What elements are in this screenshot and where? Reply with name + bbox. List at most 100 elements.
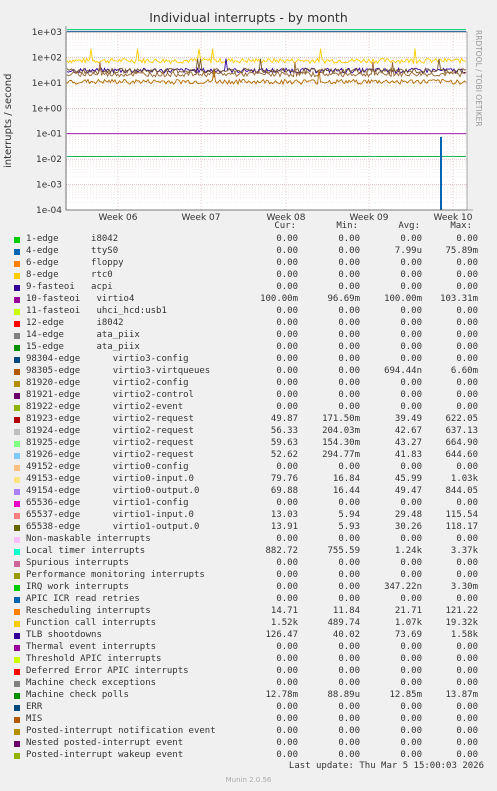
legend-value-max: 664.90 bbox=[445, 438, 478, 448]
legend-label: 15-edge ata_piix bbox=[26, 342, 140, 352]
legend-value-min: 0.00 bbox=[338, 390, 360, 400]
legend-value-min: 16.84 bbox=[332, 474, 360, 484]
legend-value-avg: 347.22n bbox=[384, 582, 422, 592]
legend-value-avg: 0.00 bbox=[400, 750, 422, 760]
legend-value-min: 489.74 bbox=[327, 618, 360, 628]
legend-row: IRQ work interrupts 0.00 0.00 347.22n 3.30m bbox=[14, 582, 484, 594]
legend-value-max: 0.00 bbox=[456, 558, 478, 568]
legend-value-cur: 0.00 bbox=[276, 318, 298, 328]
legend-value-avg: 42.67 bbox=[394, 426, 422, 436]
legend-swatch bbox=[14, 525, 20, 531]
legend-swatch bbox=[14, 657, 20, 663]
munin-version: Munin 2.0.56 bbox=[225, 776, 272, 784]
legend-value-cur: 12.78m bbox=[265, 690, 298, 700]
legend-value-max: 3.37k bbox=[450, 546, 478, 556]
legend-value-min: 88.89u bbox=[327, 690, 360, 700]
legend-row: 65537-edge virtio1-input.0 13.03 5.94 29.48… bbox=[14, 510, 484, 522]
legend-row: 98304-edge virtio3-config 0.00 0.00 0.00 0.0… bbox=[14, 354, 484, 366]
legend-value-cur: 0.00 bbox=[276, 558, 298, 568]
legend-value-max: 0.00 bbox=[456, 282, 478, 292]
legend-label: 12-edge i8042 bbox=[26, 318, 124, 328]
legend-label: APIC ICR read retries bbox=[26, 594, 140, 604]
legend-swatch bbox=[14, 441, 20, 447]
legend-value-max: 0.00 bbox=[456, 258, 478, 268]
legend-value-min: 5.94 bbox=[338, 510, 360, 520]
legend-label: Function call interrupts bbox=[26, 618, 157, 628]
munin-graph: Individual interrupts - by month interru… bbox=[0, 0, 497, 791]
legend-value-max: 637.13 bbox=[445, 426, 478, 436]
legend-value-cur: 0.00 bbox=[276, 402, 298, 412]
legend-row: 81922-edge virtio2-event 0.00 0.00 0.00 0.00 bbox=[14, 402, 484, 414]
header-max: Max: bbox=[450, 221, 472, 231]
legend-swatch bbox=[14, 321, 20, 327]
legend-value-avg: 0.00 bbox=[400, 306, 422, 316]
legend-swatch bbox=[14, 561, 20, 567]
legend-swatch bbox=[14, 417, 20, 423]
legend-value-avg: 1.24k bbox=[394, 546, 422, 556]
last-update: Last update: Thu Mar 5 15:00:03 2026 bbox=[288, 761, 484, 771]
legend-value-max: 0.00 bbox=[456, 678, 478, 688]
legend-value-max: 0.00 bbox=[456, 234, 478, 244]
x-tick-label: Week 07 bbox=[182, 213, 221, 220]
legend-value-cur: 0.00 bbox=[276, 462, 298, 472]
legend-value-cur: 0.00 bbox=[276, 654, 298, 664]
legend-value-min: 171.50m bbox=[322, 414, 360, 424]
legend-row: Thermal event interrupts 0.00 0.00 0.00 0.00 bbox=[14, 642, 484, 654]
legend-value-max: 0.00 bbox=[456, 378, 478, 388]
legend-value-cur: 52.62 bbox=[270, 450, 298, 460]
legend-value-min: 0.00 bbox=[338, 462, 360, 472]
legend-value-cur: 56.33 bbox=[270, 426, 298, 436]
legend-value-avg: 0.00 bbox=[400, 702, 422, 712]
legend-value-max: 0.00 bbox=[456, 738, 478, 748]
legend-value-cur: 0.00 bbox=[276, 306, 298, 316]
x-tick-label: Week 10 bbox=[434, 213, 473, 220]
legend-value-cur: 0.00 bbox=[276, 498, 298, 508]
legend-row: 65538-edge virtio1-output.0 13.91 5.93 30.2… bbox=[14, 522, 484, 534]
legend-swatch bbox=[14, 465, 20, 471]
legend-value-avg: 100.00m bbox=[384, 294, 422, 304]
legend-label: 81926-edge virtio2-request bbox=[26, 450, 194, 460]
legend-row: 65536-edge virtio1-config 0.00 0.00 0.00 0.0… bbox=[14, 498, 484, 510]
legend-value-avg: 0.00 bbox=[400, 330, 422, 340]
legend-label: 49153-edge virtio0-input.0 bbox=[26, 474, 194, 484]
legend-value-avg: 0.00 bbox=[400, 678, 422, 688]
legend-row: Deferred Error APIC interrupts 0.00 0.00 0.… bbox=[14, 666, 484, 678]
legend-value-avg: 0.00 bbox=[400, 558, 422, 568]
legend-value-cur: 126.47 bbox=[265, 630, 298, 640]
legend-label: 81921-edge virtio2-control bbox=[26, 390, 194, 400]
legend-value-cur: 69.88 bbox=[270, 486, 298, 496]
legend-value-avg: 0.00 bbox=[400, 378, 422, 388]
legend-swatch bbox=[14, 585, 20, 591]
legend-value-min: 0.00 bbox=[338, 570, 360, 580]
legend-value-max: 13.87m bbox=[445, 690, 478, 700]
legend-value-cur: 100.00m bbox=[260, 294, 298, 304]
legend-swatch bbox=[14, 693, 20, 699]
legend-value-min: 0.00 bbox=[338, 366, 360, 376]
legend-row: Function call interrupts 1.52k 489.74 1.07k… bbox=[14, 618, 484, 630]
legend-value-max: 3.30m bbox=[450, 582, 478, 592]
legend-value-cur: 0.00 bbox=[276, 342, 298, 352]
legend-swatch bbox=[14, 297, 20, 303]
legend-label: IRQ work interrupts bbox=[26, 582, 129, 592]
legend-value-min: 0.00 bbox=[338, 282, 360, 292]
legend-value-max: 844.05 bbox=[445, 486, 478, 496]
legend-row: Posted-interrupt notification event 0.00 0… bbox=[14, 726, 484, 738]
legend-swatch bbox=[14, 645, 20, 651]
legend-label: Posted-interrupt wakeup event bbox=[26, 750, 184, 760]
legend-label: Machine check exceptions bbox=[26, 678, 157, 688]
legend-swatch bbox=[14, 237, 20, 243]
legend-value-min: 5.93 bbox=[338, 522, 360, 532]
legend-value-max: 0.00 bbox=[456, 714, 478, 724]
legend-label: MIS bbox=[26, 714, 43, 724]
legend-label: Deferred Error APIC interrupts bbox=[26, 666, 189, 676]
legend-swatch bbox=[14, 429, 20, 435]
legend-value-avg: 1.07k bbox=[394, 618, 422, 628]
legend-label: 11-fasteoi uhci_hcd:usb1 bbox=[26, 306, 167, 316]
legend-swatch bbox=[14, 249, 20, 255]
legend-row: 81925-edge virtio2-request 59.63 154.30m 43… bbox=[14, 438, 484, 450]
legend-value-avg: 39.49 bbox=[394, 414, 422, 424]
legend-value-min: 755.59 bbox=[327, 546, 360, 556]
legend-value-max: 0.00 bbox=[456, 354, 478, 364]
x-tick-label: Week 09 bbox=[350, 213, 389, 220]
legend-swatch bbox=[14, 549, 20, 555]
